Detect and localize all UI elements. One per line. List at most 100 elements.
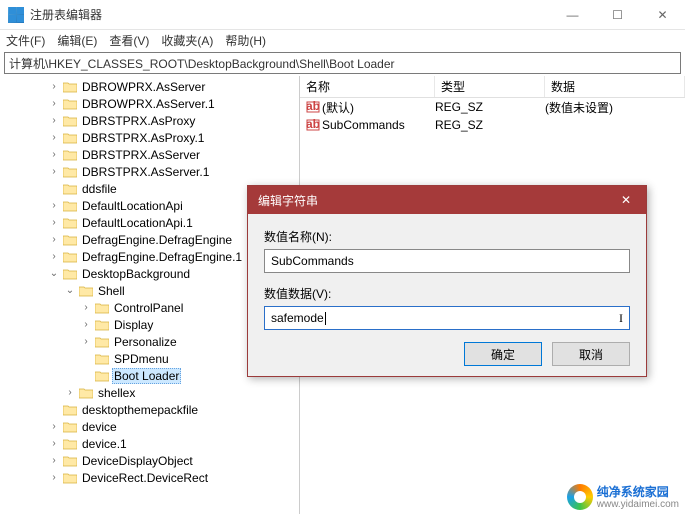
tree-item[interactable]: ›DBRSTPRX.AsProxy.1	[0, 129, 299, 146]
folder-icon	[62, 80, 78, 94]
chevron-right-icon[interactable]: ›	[80, 336, 92, 347]
tree-item[interactable]: ›device	[0, 418, 299, 435]
col-type[interactable]: 类型	[435, 76, 545, 97]
row-type: REG_SZ	[435, 118, 545, 132]
tree-item-label: SPDmenu	[112, 352, 171, 366]
tree-item[interactable]: › DBRSTPRX.AsServer	[0, 146, 299, 163]
folder-icon	[78, 386, 94, 400]
tree-item-label: DBRSTPRX.AsProxy	[80, 114, 197, 128]
value-data-label: 数值数据(V):	[264, 285, 630, 302]
chevron-down-icon[interactable]: ⌄	[64, 285, 76, 296]
watermark-url: www.yidaimei.com	[597, 500, 679, 510]
minimize-button[interactable]: —	[550, 0, 595, 30]
menu-view[interactable]: 查看(V)	[109, 32, 149, 49]
tree-item[interactable]: › DBRSTPRX.AsServer.1	[0, 163, 299, 180]
row-data: (数值未设置)	[545, 99, 685, 116]
app-icon	[8, 7, 24, 23]
tree-item[interactable]: › DBROWPRX.AsServer	[0, 78, 299, 95]
tree-item-label: DeviceDisplayObject	[80, 454, 195, 468]
dialog-title: 编辑字符串	[258, 192, 318, 209]
chevron-right-icon[interactable]: ›	[80, 302, 92, 313]
menu-help[interactable]: 帮助(H)	[225, 32, 266, 49]
col-data[interactable]: 数据	[545, 76, 685, 97]
string-value-icon: ab	[304, 118, 322, 132]
tree-item-label: DefragEngine.DefragEngine.1	[80, 250, 244, 264]
address-bar[interactable]: 计算机\HKEY_CLASSES_ROOT\DesktopBackground\…	[4, 52, 681, 74]
tree-item-label: DefragEngine.DefragEngine	[80, 233, 234, 247]
folder-icon	[78, 284, 94, 298]
tree-item-label: shellex	[96, 386, 137, 400]
tree-item[interactable]: desktopthemepackfile	[0, 401, 299, 418]
folder-icon	[62, 165, 78, 179]
chevron-right-icon[interactable]: ›	[48, 455, 60, 466]
chevron-right-icon[interactable]: ›	[48, 234, 60, 245]
list-body: ab(默认)REG_SZ(数值未设置)abSubCommandsREG_SZ	[300, 98, 685, 134]
dialog-close-button[interactable]: ✕	[606, 186, 646, 214]
list-row[interactable]: ab(默认)REG_SZ(数值未设置)	[300, 98, 685, 116]
titlebar: 注册表编辑器 — ☐ ✕	[0, 0, 685, 30]
menubar: 文件(F) 编辑(E) 查看(V) 收藏夹(A) 帮助(H)	[0, 30, 685, 50]
chevron-down-icon[interactable]: ⌄	[48, 268, 60, 279]
dialog-body: 数值名称(N): 数值数据(V): safemode I 确定 取消	[248, 214, 646, 376]
tree-item[interactable]: › DBROWPRX.AsServer.1	[0, 95, 299, 112]
tree-item[interactable]: › DeviceDisplayObject	[0, 452, 299, 469]
cancel-button[interactable]: 取消	[552, 342, 630, 366]
dialog-titlebar[interactable]: 编辑字符串 ✕	[248, 186, 646, 214]
tree-item-label: DBRSTPRX.AsServer	[80, 148, 202, 162]
menu-file[interactable]: 文件(F)	[6, 32, 45, 49]
tree-item[interactable]: › shellex	[0, 384, 299, 401]
tree-item[interactable]: › DBRSTPRX.AsProxy	[0, 112, 299, 129]
close-button[interactable]: ✕	[640, 0, 685, 30]
chevron-right-icon[interactable]: ›	[48, 217, 60, 228]
watermark-brand: 纯净系统家园	[597, 485, 669, 499]
value-name-input[interactable]	[264, 249, 630, 273]
svg-text:ab: ab	[306, 118, 320, 131]
chevron-right-icon[interactable]: ›	[48, 251, 60, 262]
text-caret	[325, 312, 326, 325]
tree-item-label: ControlPanel	[112, 301, 185, 315]
folder-icon	[62, 216, 78, 230]
col-name[interactable]: 名称	[300, 76, 435, 97]
row-name: (默认)	[322, 99, 435, 116]
chevron-right-icon[interactable]: ›	[48, 166, 60, 177]
menu-favorites[interactable]: 收藏夹(A)	[161, 32, 213, 49]
tree-item-label: DefaultLocationApi.1	[80, 216, 195, 230]
chevron-right-icon[interactable]: ›	[48, 438, 60, 449]
chevron-right-icon[interactable]: ›	[48, 200, 60, 211]
chevron-right-icon[interactable]: ›	[48, 421, 60, 432]
row-name: SubCommands	[322, 118, 435, 132]
menu-edit[interactable]: 编辑(E)	[57, 32, 97, 49]
tree-item[interactable]: ›device.1	[0, 435, 299, 452]
row-type: REG_SZ	[435, 100, 545, 114]
string-value-icon: ab	[304, 100, 322, 114]
tree-item-label: DBRSTPRX.AsServer.1	[80, 165, 211, 179]
chevron-right-icon[interactable]: ›	[48, 132, 60, 143]
tree-item[interactable]: ›DeviceRect.DeviceRect	[0, 469, 299, 486]
folder-icon	[62, 403, 78, 417]
tree-item-label: DesktopBackground	[80, 267, 192, 281]
value-data-text: safemode	[271, 311, 324, 325]
ok-button[interactable]: 确定	[464, 342, 542, 366]
tree-item-label: DBROWPRX.AsServer	[80, 80, 207, 94]
value-data-input[interactable]: safemode I	[264, 306, 630, 330]
chevron-right-icon[interactable]: ›	[64, 387, 76, 398]
text-cursor-icon: I	[619, 311, 623, 326]
folder-icon	[62, 267, 78, 281]
watermark: 纯净系统家园 www.yidaimei.com	[567, 483, 679, 510]
chevron-right-icon[interactable]: ›	[48, 472, 60, 483]
maximize-button[interactable]: ☐	[595, 0, 640, 30]
folder-icon	[94, 318, 110, 332]
folder-icon	[62, 97, 78, 111]
chevron-right-icon[interactable]: ›	[48, 98, 60, 109]
tree-item-label: DBROWPRX.AsServer.1	[80, 97, 217, 111]
list-row[interactable]: abSubCommandsREG_SZ	[300, 116, 685, 134]
chevron-right-icon[interactable]: ›	[48, 115, 60, 126]
address-text: 计算机\HKEY_CLASSES_ROOT\DesktopBackground\…	[9, 55, 395, 72]
chevron-right-icon[interactable]: ›	[48, 81, 60, 92]
tree-item-label: Personalize	[112, 335, 179, 349]
tree-item-label: DefaultLocationApi	[80, 199, 185, 213]
chevron-right-icon[interactable]: ›	[80, 319, 92, 330]
folder-icon	[62, 437, 78, 451]
tree-item-label: Boot Loader	[112, 368, 181, 384]
chevron-right-icon[interactable]: ›	[48, 149, 60, 160]
